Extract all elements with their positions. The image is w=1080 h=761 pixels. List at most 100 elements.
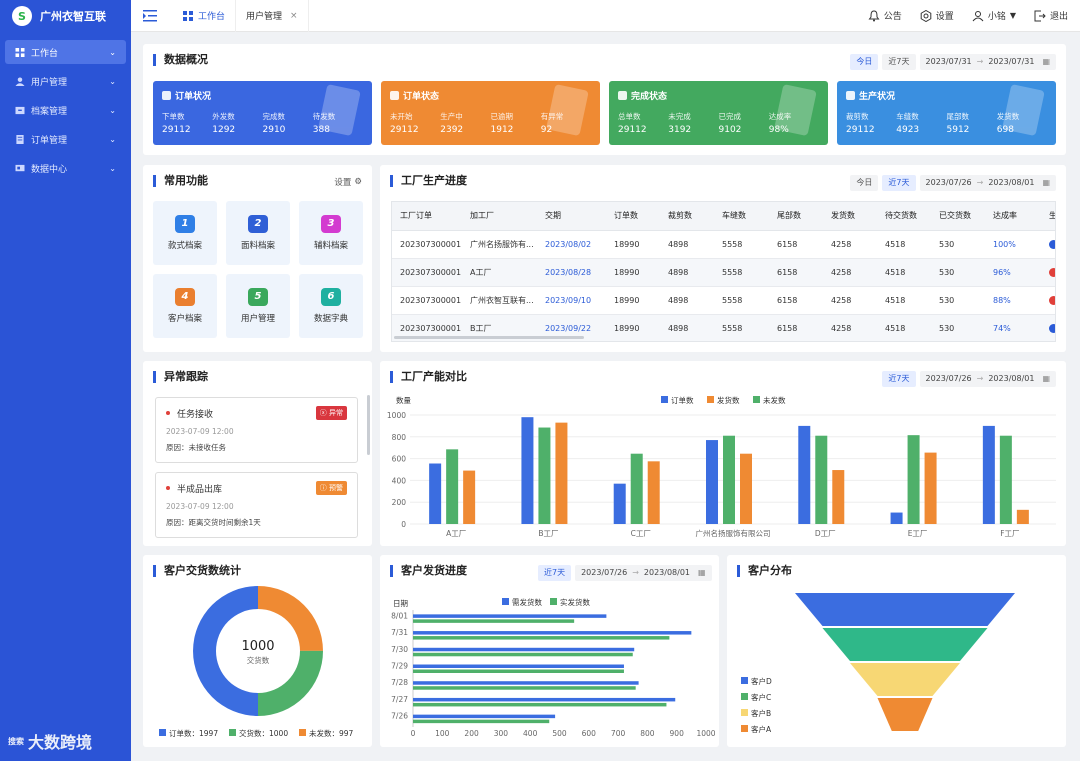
user-menu[interactable]: 小铭 ▼: [972, 9, 1016, 22]
chevron-down-icon: ⌄: [109, 47, 116, 57]
x-tick-label: E工厂: [908, 529, 928, 538]
number-icon: 4: [175, 288, 195, 306]
stat-card[interactable]: 完成状态总单数29112未完成3192已完成9102达成率98%: [609, 81, 828, 145]
sidebar-item-archives[interactable]: 档案管理 ⌄: [5, 98, 126, 122]
bar: [630, 453, 643, 524]
clipboard-icon: [390, 91, 399, 100]
column-header: 订单数: [606, 202, 660, 231]
date-range-picker[interactable]: 2023/07/26 → 2023/08/01 ▦: [919, 175, 1056, 191]
close-icon[interactable]: ×: [290, 11, 298, 21]
cell-value: 4898: [668, 295, 689, 305]
logout-icon: [1034, 10, 1046, 21]
y-axis-label: 数量: [396, 395, 411, 405]
sidebar-item-label: 用户管理: [31, 77, 68, 88]
last7-button[interactable]: 近7天: [882, 175, 916, 191]
progress-table-wrap[interactable]: 工厂订单加工厂交期订单数裁剪数车缝数尾部数发货数待交货数已交货数达成率生产 20…: [391, 201, 1056, 342]
cell-value[interactable]: 2023/08/28: [545, 268, 591, 277]
table-row[interactable]: 202307300001 广州衣智互联有... 2023/09/10 18990 489…: [392, 286, 1055, 315]
abnormal-item-title: 任务接收: [177, 409, 214, 420]
table-cell: 88%: [985, 286, 1041, 315]
y-tick-label: 7/30: [391, 645, 408, 654]
last7-button[interactable]: 近7天: [882, 54, 916, 70]
function-tile[interactable]: 3 辅料档案: [299, 201, 363, 265]
sidebar-item-users[interactable]: 用户管理 ⌄: [5, 69, 126, 93]
today-button[interactable]: 今日: [850, 175, 879, 191]
column-header: 已交货数: [931, 202, 985, 231]
cell-value[interactable]: 2023/08/02: [545, 240, 591, 249]
stat-card[interactable]: 订单状况下单数29112外发数1292完成数2910待发数388: [153, 81, 372, 145]
y-tick-label: 400: [392, 476, 407, 485]
tab-label: 用户管理: [246, 12, 283, 22]
caret-down-icon: ▼: [1009, 11, 1016, 20]
cell-value[interactable]: 2023/09/10: [545, 296, 591, 305]
logout-button[interactable]: 退出: [1034, 9, 1068, 22]
bar: [907, 435, 920, 524]
stat-value: 29112: [390, 125, 419, 135]
bar: [538, 427, 551, 524]
stat-card[interactable]: 订单状态未开始29112生产中2392已逾期1912有异常92: [381, 81, 600, 145]
stat-value: 4923: [896, 125, 920, 135]
table-cell: 延: [1041, 258, 1055, 287]
table-cell: 18990: [606, 286, 660, 315]
tab-user-management[interactable]: 用户管理 ×: [236, 0, 309, 32]
function-tile[interactable]: 5 用户管理: [226, 274, 290, 338]
function-tile[interactable]: 6 数据字典: [299, 274, 363, 338]
column-header: 待交货数: [877, 202, 931, 231]
date-range-picker[interactable]: 2023/07/31 → 2023/07/31 ▦: [919, 54, 1056, 70]
function-tile[interactable]: 1 款式档案: [153, 201, 217, 265]
sidebar-item-orders[interactable]: 订单管理 ⌄: [5, 127, 126, 151]
bar: [815, 435, 828, 524]
stat-label: 下单数: [162, 112, 185, 121]
center-value: 1000: [241, 639, 274, 654]
cell-value: 100%: [993, 239, 1016, 249]
gear-icon: ⚙: [354, 177, 362, 187]
cell-value[interactable]: 2023/09/22: [545, 324, 591, 333]
table-cell: 延: [1041, 286, 1055, 315]
date-to: 2023/08/01: [988, 178, 1035, 187]
menu-fold-icon[interactable]: [143, 9, 157, 22]
sidebar-item-data-center[interactable]: 数据中心 ⌄: [5, 156, 126, 180]
monitor-icon: [15, 164, 25, 171]
horizontal-scrollbar[interactable]: [394, 336, 584, 339]
table-cell: 4258: [823, 258, 877, 287]
settings-button[interactable]: 设置: [920, 9, 954, 22]
table-cell: 96%: [985, 258, 1041, 287]
progress-title: 工厂生产进度: [390, 175, 467, 187]
bar: [413, 619, 575, 623]
stat-label: 总单数: [618, 112, 641, 121]
x-tick-label: D工厂: [815, 529, 836, 538]
x-tick-label: 1000: [696, 729, 715, 738]
legend-swatch: [707, 396, 714, 403]
abnormal-item[interactable]: 任务接收 ⓧ 异常 2023-07-09 12:00 原因：未接收任务: [155, 397, 358, 463]
notice-button[interactable]: 公告: [868, 9, 902, 22]
bar: [798, 425, 811, 524]
stat-card[interactable]: 生产状况裁剪数29112车缝数4923尾部数5912发货数698: [837, 81, 1056, 145]
watermark: 搜索 大数跨境: [8, 729, 92, 753]
vertical-scrollbar[interactable]: [367, 395, 370, 455]
y-tick-label: 0: [401, 520, 406, 529]
table-cell: 4258: [823, 314, 877, 341]
x-tick-label: 700: [611, 729, 626, 738]
abnormal-item-date: 2023-07-09 12:00: [166, 427, 234, 436]
x-tick-label: 广州名扬服饰有限公司: [696, 528, 771, 538]
functions-settings-label: 设置: [334, 178, 352, 188]
y-tick-label: 600: [392, 455, 407, 464]
function-tile[interactable]: 2 面料档案: [226, 201, 290, 265]
table-cell: 5558: [714, 314, 769, 341]
legend-label: 订单数：1997: [169, 728, 218, 738]
check-circle-icon: [1049, 239, 1055, 249]
notice-label: 公告: [883, 12, 902, 22]
app-logo[interactable]: S 广州衣智互联: [0, 0, 131, 32]
calendar-icon: ▦: [1042, 57, 1050, 66]
function-tile[interactable]: 4 客户档案: [153, 274, 217, 338]
table-cell: 正: [1041, 314, 1055, 341]
y-tick-label: 200: [392, 498, 407, 507]
table-row[interactable]: 202307300001 广州名扬服饰有... 2023/08/02 18990 489…: [392, 230, 1055, 259]
sidebar-item-workbench[interactable]: 工作台 ⌄: [5, 40, 126, 64]
table-cell: 202307300001: [392, 258, 462, 287]
abnormal-item[interactable]: 半成品出库 ⓘ 预警 2023-07-09 12:00 原因：距离交货时间剩余1…: [155, 472, 358, 538]
tab-workbench[interactable]: 工作台: [173, 0, 237, 32]
functions-settings-button[interactable]: 设置 ⚙: [334, 176, 362, 188]
today-button[interactable]: 今日: [850, 54, 879, 70]
table-row[interactable]: 202307300001 A工厂 2023/08/28 18990 4898 5558 61…: [392, 258, 1055, 287]
